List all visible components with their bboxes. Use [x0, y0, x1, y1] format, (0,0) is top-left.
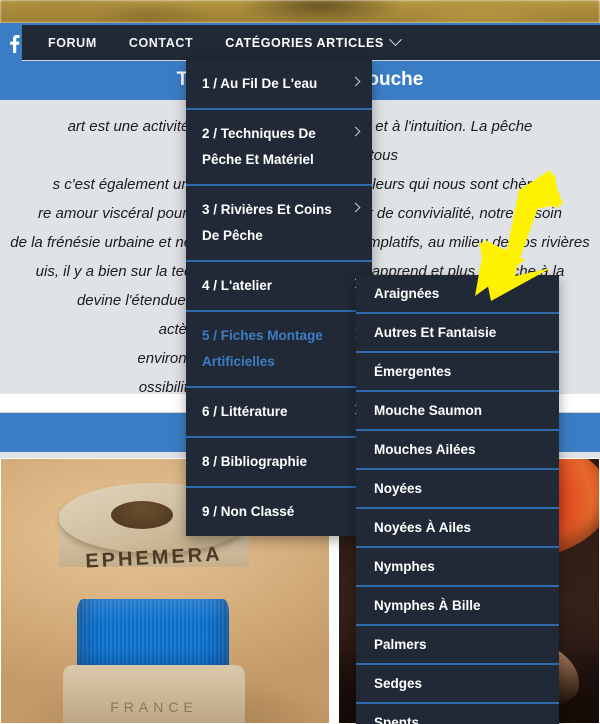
menu-item-label: 8 / Bibliographie — [202, 454, 308, 469]
navbar-items: FORUM CONTACT CATÉGORIES ARTICLES — [32, 24, 416, 61]
categories-dropdown-menu: 1 / Au Fil De L'eau 2 / Techniques De Pê… — [186, 60, 372, 536]
fiches-montage-submenu: Araignées Autres Et Fantaisie Émergentes… — [356, 275, 559, 724]
nav-item-label: CATÉGORIES ARTICLES — [225, 35, 384, 50]
submenu-item-nymphes-a-bille[interactable]: Nymphes À Bille — [356, 587, 559, 626]
menu-item-bibliographie[interactable]: 8 / Bibliographie — [186, 438, 372, 488]
submenu-item-noyees-a-ailes[interactable]: Noyées À Ailes — [356, 509, 559, 548]
submenu-item-mouches-ailees[interactable]: Mouches Ailées — [356, 431, 559, 470]
chevron-right-icon — [350, 76, 361, 87]
menu-item-label: 1 / Au Fil De L'eau — [202, 76, 318, 91]
nav-item-label: FORUM — [48, 35, 97, 50]
spool-hole — [111, 501, 173, 529]
chevron-down-icon — [388, 33, 402, 47]
submenu-item-label: Noyées — [374, 481, 423, 496]
submenu-item-palmers[interactable]: Palmers — [356, 626, 559, 665]
nav-item-contact[interactable]: CONTACT — [113, 24, 209, 61]
menu-item-label: 2 / Techniques De Pêche Et Matériel — [202, 126, 316, 167]
main-navbar: FORUM CONTACT CATÉGORIES ARTICLES — [0, 23, 600, 61]
menu-item-label: 6 / Littérature — [202, 404, 288, 419]
submenu-item-nymphes[interactable]: Nymphes — [356, 548, 559, 587]
spool-origin-label: FRANCE — [110, 699, 198, 715]
facebook-icon[interactable] — [0, 24, 22, 61]
submenu-item-label: Spents — [374, 715, 420, 724]
submenu-item-label: Émergentes — [374, 364, 452, 379]
nav-item-forum[interactable]: FORUM — [32, 24, 113, 61]
menu-item-non-classe[interactable]: 9 / Non Classé — [186, 488, 372, 536]
menu-item-label: 3 / Rivières Et Coins De Pêche — [202, 202, 332, 243]
menu-item-latelier[interactable]: 4 / L'atelier — [186, 262, 372, 312]
submenu-item-label: Sedges — [374, 676, 423, 691]
menu-item-techniques-de-peche-et-materiel[interactable]: 2 / Techniques De Pêche Et Matériel — [186, 110, 372, 186]
chevron-right-icon — [350, 202, 361, 213]
submenu-item-noyees[interactable]: Noyées — [356, 470, 559, 509]
submenu-item-araignees[interactable]: Araignées — [356, 275, 559, 314]
submenu-item-mouche-saumon[interactable]: Mouche Saumon — [356, 392, 559, 431]
submenu-item-label: Nymphes — [374, 559, 435, 574]
submenu-item-autres-et-fantaisie[interactable]: Autres Et Fantaisie — [356, 314, 559, 353]
nav-item-categories-articles[interactable]: CATÉGORIES ARTICLES — [209, 24, 416, 61]
submenu-item-label: Mouche Saumon — [374, 403, 483, 418]
menu-item-fiches-montage-artificielles[interactable]: 5 / Fiches Montage Artificielles — [186, 312, 372, 388]
submenu-item-sedges[interactable]: Sedges — [356, 665, 559, 704]
chevron-right-icon — [350, 126, 361, 137]
spool-base-disc — [63, 665, 245, 723]
submenu-item-label: Noyées À Ailes — [374, 520, 472, 535]
hero-banner-image — [0, 0, 600, 23]
submenu-item-label: Araignées — [374, 286, 440, 301]
submenu-item-label: Autres Et Fantaisie — [374, 325, 497, 340]
submenu-item-label: Nymphes À Bille — [374, 598, 481, 613]
submenu-item-label: Mouches Ailées — [374, 442, 476, 457]
menu-item-rivieres-et-coins-de-peche[interactable]: 3 / Rivières Et Coins De Pêche — [186, 186, 372, 262]
menu-item-au-fil-de-leau[interactable]: 1 / Au Fil De L'eau — [186, 60, 372, 110]
page-root: Toute la pêche à la mouche art est une a… — [0, 0, 600, 724]
submenu-item-label: Palmers — [374, 637, 427, 652]
menu-item-label: 4 / L'atelier — [202, 278, 272, 293]
nav-item-label: CONTACT — [128, 35, 194, 50]
menu-item-label: 9 / Non Classé — [202, 504, 295, 519]
menu-item-litterature[interactable]: 6 / Littérature — [186, 388, 372, 438]
submenu-item-spents[interactable]: Spents — [356, 704, 559, 724]
submenu-item-emergentes[interactable]: Émergentes — [356, 353, 559, 392]
menu-item-label: 5 / Fiches Montage Artificielles — [202, 328, 323, 369]
